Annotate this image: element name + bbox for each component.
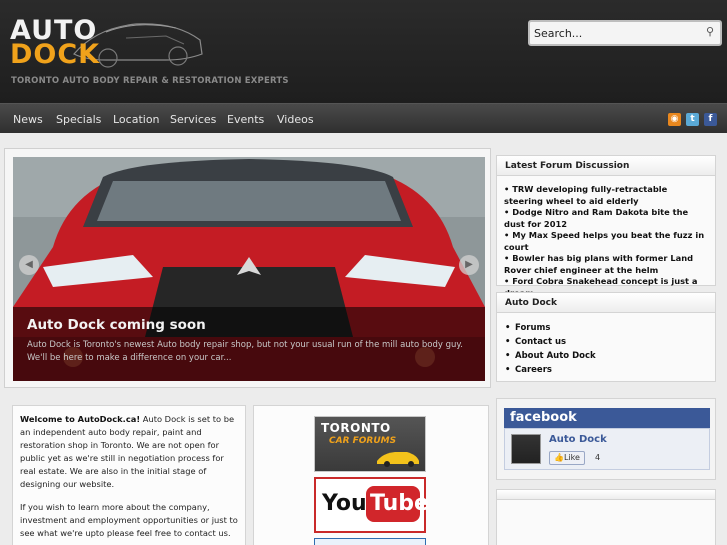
yellow-car-icon: [377, 452, 419, 467]
forum-link[interactable]: • My Max Speed helps you beat the fuzz i…: [504, 230, 707, 253]
youtube-banner[interactable]: You Tube: [314, 477, 429, 533]
autodock-widget: Auto Dock • Forums • Contact us • About Aut…: [496, 292, 716, 382]
search-input[interactable]: [534, 25, 694, 41]
facebook-logo[interactable]: facebook: [510, 410, 577, 425]
link-about[interactable]: • About Auto Dock: [505, 349, 715, 363]
forum-list: • TRW developing fully-retractable steer…: [497, 176, 715, 299]
forum-widget-title: Latest Forum Discussion: [497, 156, 715, 176]
nav-item-specials[interactable]: Specials: [56, 113, 101, 126]
main-nav: News Specials Location Services Events V…: [0, 103, 727, 133]
autodock-links: • Forums • Contact us • About Auto Dock • Ca…: [497, 313, 715, 377]
thumbs-up-icon: 👍: [554, 453, 564, 462]
lower-widget: [496, 489, 716, 545]
banner-column: TORONTO CAR FORUMS You Tube: [253, 405, 489, 545]
link-forums[interactable]: • Forums: [505, 321, 715, 335]
logo-text-dock: DOCK: [10, 39, 101, 70]
youtube-tube-box: Tube: [366, 486, 429, 522]
rss-icon[interactable]: ◉: [668, 113, 681, 126]
site-logo[interactable]: AUTO DOCK: [8, 14, 208, 74]
link-careers[interactable]: • Careers: [505, 363, 715, 377]
partial-banner[interactable]: [314, 538, 426, 545]
forum-widget: Latest Forum Discussion • TRW developing…: [496, 155, 716, 298]
nav-item-videos[interactable]: Videos: [277, 113, 314, 126]
site-tagline: TORONTO AUTO BODY REPAIR & RESTORATION E…: [11, 76, 289, 86]
welcome-box: Welcome to AutoDock.ca! Auto Dock is set…: [12, 405, 246, 545]
facebook-header: facebook: [504, 408, 710, 428]
slider-prev-button[interactable]: ◀: [19, 255, 39, 275]
slide-caption: Auto Dock coming soon Auto Dock is Toron…: [13, 307, 485, 381]
slide-text: Auto Dock is Toronto's newest Auto body …: [27, 340, 463, 363]
facebook-widget: facebook Auto Dock 👍Like 4: [496, 398, 716, 480]
nav-item-location[interactable]: Location: [113, 113, 160, 126]
contact-paragraph: If you wish to learn more about the comp…: [20, 502, 238, 538]
youtube-you-text: You: [322, 491, 367, 516]
slide-title[interactable]: Auto Dock coming soon: [27, 317, 206, 333]
toronto-car-forums-banner[interactable]: TORONTO CAR FORUMS: [314, 416, 426, 472]
nav-item-services[interactable]: Services: [170, 113, 216, 126]
link-contact-us[interactable]: • Contact us: [505, 335, 715, 349]
facebook-body: Auto Dock 👍Like 4: [504, 428, 710, 470]
welcome-paragraph: Welcome to AutoDock.ca! Auto Dock is set…: [20, 414, 235, 489]
nav-item-events[interactable]: Events: [227, 113, 264, 126]
facebook-page-name[interactable]: Auto Dock: [549, 434, 607, 445]
lower-widget-header: [497, 490, 715, 500]
slider-next-button[interactable]: ▶: [459, 255, 479, 275]
chevron-right-icon: ▶: [465, 259, 473, 270]
search-box: ⚲: [528, 20, 722, 46]
like-count: 4: [595, 453, 601, 462]
site-header: AUTO DOCK TORONTO AUTO BODY REPAIR & RES…: [0, 0, 727, 103]
nav-item-news[interactable]: News: [13, 113, 43, 126]
like-button[interactable]: 👍Like: [549, 451, 585, 465]
slide-image[interactable]: ◀ ▶ Auto Dock coming soon Auto Dock is T…: [13, 157, 485, 381]
forum-link[interactable]: • Bowler has big plans with former Land …: [504, 253, 707, 276]
youtube-tube-text: Tube: [370, 491, 429, 516]
chevron-left-icon: ◀: [25, 259, 33, 270]
forum-link[interactable]: • Dodge Nitro and Ram Dakota bite the du…: [504, 207, 707, 230]
featured-slider: ◀ ▶ Auto Dock coming soon Auto Dock is T…: [4, 148, 491, 388]
banner-subtitle: CAR FORUMS: [329, 436, 397, 446]
twitter-icon[interactable]: t: [686, 113, 699, 126]
search-icon[interactable]: ⚲: [706, 25, 714, 38]
facebook-icon[interactable]: f: [704, 113, 717, 126]
forum-link[interactable]: • TRW developing fully-retractable steer…: [504, 184, 707, 207]
page-thumbnail[interactable]: [511, 434, 541, 464]
autodock-widget-title: Auto Dock: [497, 293, 715, 313]
banner-title: TORONTO: [321, 421, 391, 435]
